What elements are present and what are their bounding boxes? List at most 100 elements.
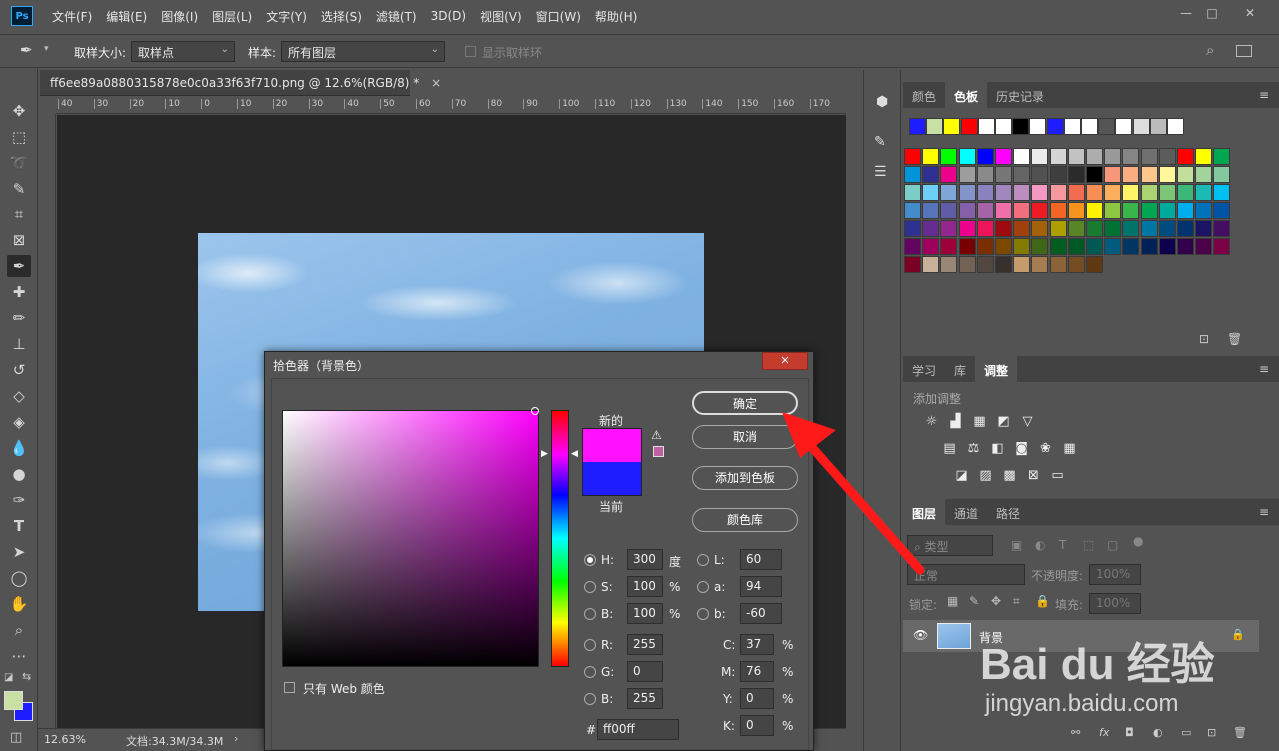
healing-brush-tool-icon[interactable]: ✚ [7, 281, 31, 303]
swatch[interactable] [995, 220, 1012, 237]
new-layer-icon[interactable]: ⊡ [1207, 726, 1216, 739]
black-white-icon[interactable]: ◧ [989, 441, 1006, 456]
out-of-gamut-warning-icon[interactable]: ⚠ [651, 428, 662, 442]
swatch[interactable] [976, 238, 994, 255]
swatch[interactable] [922, 256, 940, 273]
invert-icon[interactable]: ◪ [953, 468, 970, 483]
swatch[interactable] [976, 256, 994, 273]
menu-layer[interactable]: 图层(L) [205, 8, 259, 25]
swatch[interactable] [1013, 184, 1031, 201]
properties-icon[interactable]: ☰ [874, 164, 887, 180]
swatch[interactable] [940, 148, 958, 165]
swatch[interactable] [1104, 238, 1122, 255]
type-filter-icon[interactable]: T [1059, 538, 1066, 552]
current-color-swatch[interactable] [582, 462, 642, 496]
swatch[interactable] [1086, 256, 1103, 273]
swatch[interactable] [1086, 184, 1103, 201]
color-field[interactable] [282, 410, 539, 667]
swatch[interactable] [1122, 148, 1140, 165]
swatch[interactable] [995, 148, 1012, 165]
shape-filter-icon[interactable]: ⬚ [1083, 538, 1094, 552]
show-ring-checkbox[interactable] [465, 46, 476, 57]
recent-swatch[interactable] [1098, 118, 1116, 135]
workspace-icon[interactable] [1236, 45, 1252, 57]
swatch[interactable] [1195, 184, 1213, 201]
swatch[interactable] [1049, 202, 1067, 219]
filter-toggle-icon[interactable]: ● [1133, 534, 1143, 548]
swatch[interactable] [1158, 184, 1176, 201]
stamp-tool-icon[interactable]: ⊥ [7, 333, 31, 355]
menu-select[interactable]: 选择(S) [314, 8, 369, 25]
swatch[interactable] [1086, 238, 1103, 255]
lock-artboard-icon[interactable]: ⌗ [1013, 594, 1020, 609]
recent-swatch[interactable] [1149, 118, 1167, 135]
lock-move-icon[interactable]: ✥ [991, 594, 1001, 608]
threshold-icon[interactable]: ▩ [1001, 468, 1018, 483]
dodge-tool-icon[interactable]: ● [7, 463, 31, 485]
swatch[interactable] [904, 184, 921, 201]
swatch[interactable] [1140, 238, 1158, 255]
swatch[interactable] [1158, 202, 1176, 219]
menu-help[interactable]: 帮助(H) [588, 8, 644, 25]
swatch[interactable] [1195, 166, 1213, 183]
tab-swatches[interactable]: 色板 [945, 82, 988, 108]
channel-mixer-icon[interactable]: ❀ [1037, 441, 1054, 456]
swatch[interactable] [1158, 148, 1176, 165]
swatch[interactable] [1067, 148, 1085, 165]
swatch[interactable] [1086, 166, 1103, 183]
recent-swatch[interactable] [1063, 118, 1081, 135]
selective-color-icon[interactable]: ⊠ [1025, 468, 1042, 483]
swatch[interactable] [1049, 184, 1067, 201]
swatch[interactable] [1049, 148, 1067, 165]
swatch[interactable] [1104, 184, 1122, 201]
swatch[interactable] [958, 166, 976, 183]
yellow-input[interactable]: 0 [740, 688, 774, 709]
swatch[interactable] [904, 202, 921, 219]
swatch[interactable] [1140, 166, 1158, 183]
close-window-button[interactable]: ✕ [1242, 6, 1258, 20]
swatch[interactable] [1177, 238, 1194, 255]
red-radio[interactable] [584, 639, 596, 651]
saturation-radio[interactable] [584, 581, 596, 593]
swatch[interactable] [1177, 202, 1194, 219]
recent-swatch[interactable] [960, 118, 978, 135]
swatch[interactable] [1213, 238, 1231, 255]
delete-layer-icon[interactable]: 🗑 [1233, 726, 1247, 739]
blue-input[interactable]: 255 [627, 688, 663, 709]
lock-all-icon[interactable]: 🔒 [1035, 594, 1050, 608]
hex-input[interactable]: ff00ff [597, 719, 679, 740]
chevron-down-icon[interactable]: ▾ [44, 44, 49, 54]
swatch[interactable] [1158, 166, 1176, 183]
smart-filter-icon[interactable]: ▢ [1107, 538, 1118, 552]
lab-a-radio[interactable] [697, 581, 709, 593]
fill-field[interactable]: 100% [1089, 593, 1141, 614]
swatch[interactable] [1013, 166, 1031, 183]
tab-adjustments[interactable]: 调整 [975, 356, 1018, 382]
move-tool-icon[interactable]: ✥ [7, 100, 31, 122]
adjust-filter-icon[interactable]: ◐ [1035, 538, 1045, 552]
swatch[interactable] [922, 202, 940, 219]
swatch[interactable] [1031, 184, 1049, 201]
menu-3d[interactable]: 3D(D) [424, 9, 473, 23]
swatch[interactable] [1031, 148, 1049, 165]
menu-type[interactable]: 文字(Y) [259, 8, 314, 25]
recent-swatch[interactable] [943, 118, 961, 135]
swatch[interactable] [995, 238, 1012, 255]
swatch[interactable] [940, 256, 958, 273]
lab-b-radio[interactable] [697, 608, 709, 620]
recent-swatch[interactable] [1115, 118, 1133, 135]
swatch[interactable] [1213, 184, 1231, 201]
history-brush-tool-icon[interactable]: ↺ [7, 359, 31, 381]
hue-slider-right-arrow-icon[interactable]: ◀ [571, 449, 578, 459]
zoom-level[interactable]: 12.63% [44, 733, 86, 746]
swatch[interactable] [922, 166, 940, 183]
new-swatch-icon[interactable]: ⊡ [1199, 332, 1209, 346]
swatch[interactable] [1013, 202, 1031, 219]
swatch[interactable] [995, 184, 1012, 201]
menu-window[interactable]: 窗口(W) [529, 8, 588, 25]
swatch[interactable] [976, 202, 994, 219]
quick-select-tool-icon[interactable]: ✎ [7, 178, 31, 200]
green-radio[interactable] [584, 666, 596, 678]
red-input[interactable]: 255 [627, 634, 663, 655]
quick-mask-icon[interactable]: ◫ [10, 730, 22, 745]
